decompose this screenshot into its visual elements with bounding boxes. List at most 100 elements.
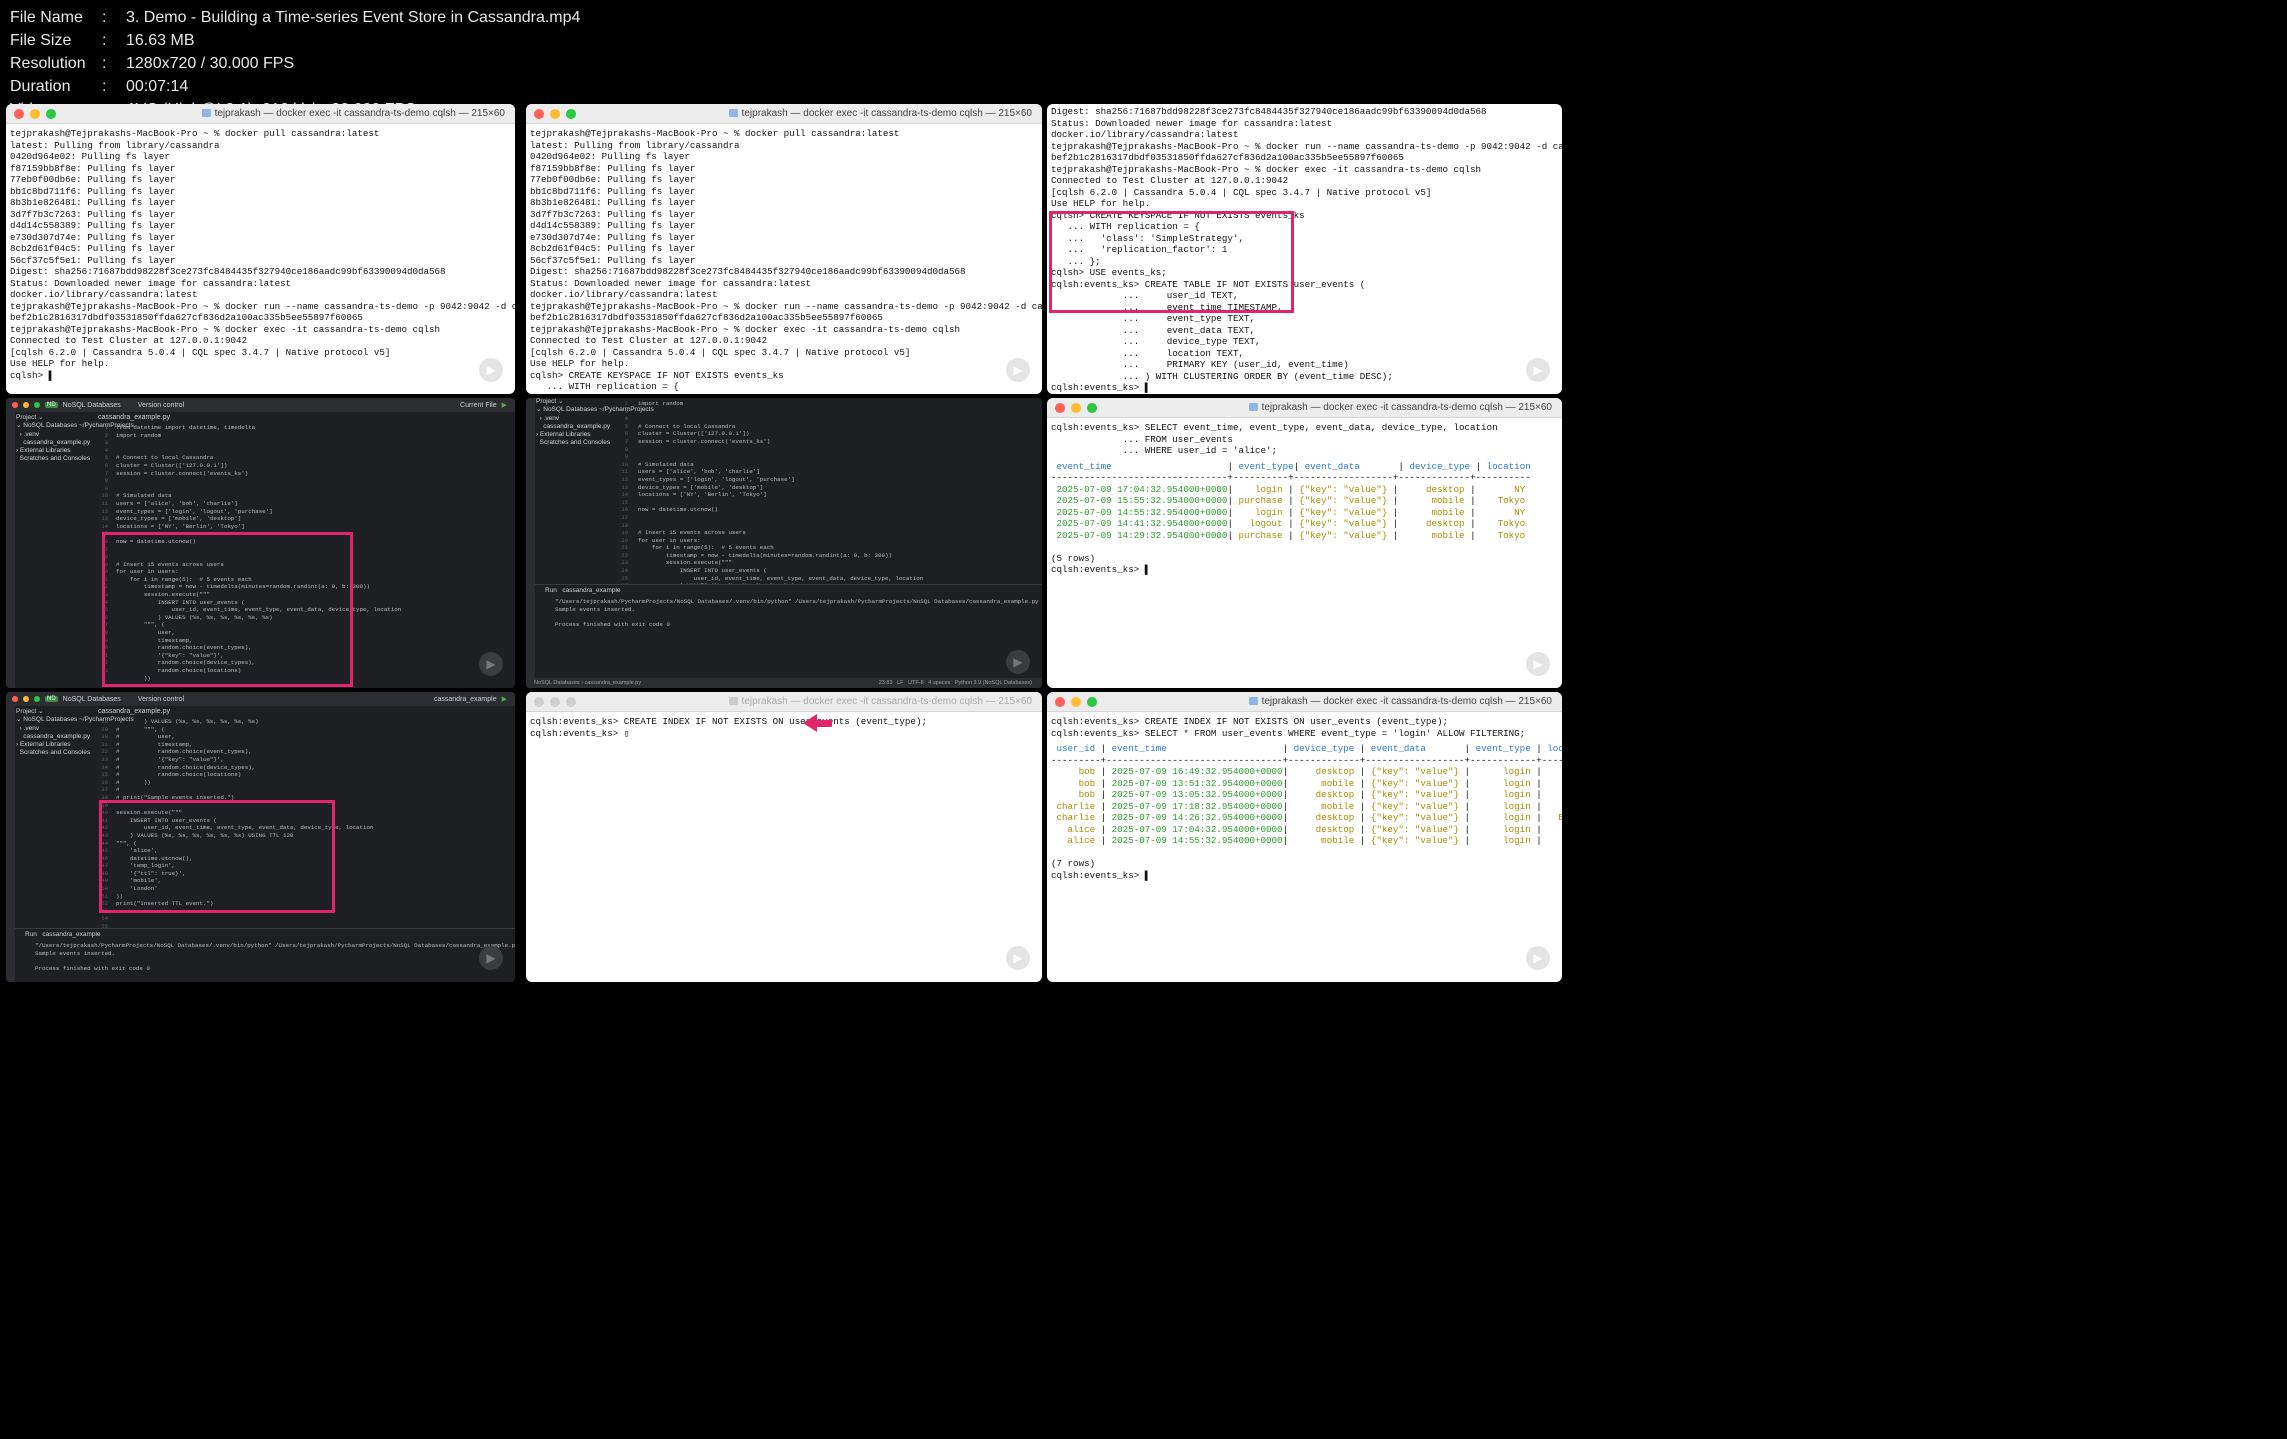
table-cell: purchase	[1232, 529, 1289, 541]
run-icon[interactable]: ▶	[502, 695, 507, 703]
terminal-output[interactable]: cqlsh:events_ks> CREATE INDEX IF NOT EXI…	[1047, 712, 1562, 739]
project-tree[interactable]: Project ⌄ ⌄ NoSQL Databases ~/PycharmProj…	[536, 398, 654, 448]
project-tree-item[interactable]: Project ⌄	[16, 708, 96, 716]
prompt-line[interactable]: cqlsh:events_ks> ▌	[1051, 870, 1558, 882]
table-row[interactable]: 2025-07-09 14:55:32.954000+0000| login |…	[1051, 507, 1558, 519]
terminal-title: tejprakash — docker exec -it cassandra-t…	[1261, 696, 1552, 707]
run-output[interactable]: "/Users/tejprakash/PycharmProjects/NoSQL…	[15, 940, 515, 974]
project-tree-item[interactable]: › External Libraries	[16, 447, 96, 455]
table-cell: 2025-07-09 14:26:32.954000+0000	[1106, 812, 1283, 823]
table-cell: alice	[1051, 823, 1101, 835]
vcs-menu[interactable]: Version control	[138, 402, 184, 409]
editor-tab[interactable]: cassandra_example.py	[98, 708, 170, 715]
meta-row: Resolution: 1280x720 / 30.000 FPS	[10, 52, 580, 75]
table-cell: 2025-07-09 17:04:32.954000+0000	[1106, 823, 1283, 835]
terminal-output[interactable]: tejprakash@Tejprakashs-MacBook-Pro ~ % d…	[6, 124, 515, 381]
table-row[interactable]: charlie | 2025-07-09 14:26:32.954000+000…	[1051, 812, 1563, 824]
table-cell: {"key": "value"}	[1365, 777, 1465, 789]
run-config-select[interactable]: cassandra_example	[434, 696, 497, 703]
table-cell: NY	[1542, 766, 1562, 777]
table-cell: purchase	[1232, 495, 1289, 506]
project-switcher[interactable]: NoSQL Databases	[63, 402, 121, 409]
project-tree-item[interactable]: ⌄ NoSQL Databases ~/PycharmProjects	[16, 716, 134, 724]
project-tree-item[interactable]: cassandra_example.py	[16, 439, 96, 447]
run-tab[interactable]: Run	[545, 587, 557, 594]
terminal-output[interactable]: tejprakash@Tejprakashs-MacBook-Pro ~ % d…	[526, 124, 1042, 394]
project-tree-item[interactable]: › .venv	[16, 725, 96, 733]
status-path[interactable]: NoSQL Databases › cassandra_example.py	[534, 680, 641, 686]
prompt-line[interactable]: cqlsh:events_ks> ▌	[1051, 564, 1558, 576]
project-tree-item[interactable]: Scratches and Consoles	[536, 439, 616, 447]
project-tree-item[interactable]: cassandra_example.py	[536, 423, 616, 431]
project-tree-item[interactable]: › .venv	[16, 431, 96, 439]
table-cell: {"key": "value"}	[1293, 506, 1393, 518]
terminal-titlebar: tejprakash — docker exec -it cassandra-t…	[526, 692, 1042, 712]
project-tree-item[interactable]: Scratches and Consoles	[16, 749, 96, 757]
project-switcher[interactable]: NoSQL Databases	[63, 696, 121, 703]
project-tree[interactable]: Project ⌄ ⌄ NoSQL Databases ~/PycharmProj…	[16, 708, 134, 758]
zoom-icon[interactable]	[34, 402, 40, 408]
close-icon[interactable]	[12, 402, 18, 408]
table-row[interactable]: bob | 2025-07-09 13:51:32.954000+0000| m…	[1051, 778, 1558, 790]
table-row[interactable]: alice | 2025-07-09 17:04:32.954000+0000|…	[1051, 824, 1558, 836]
run-output[interactable]: "/Users/tejprakash/PycharmProjects/NoSQL…	[535, 596, 1042, 630]
play-icon: ▶	[1526, 358, 1550, 382]
table-cell: alice	[1051, 835, 1101, 846]
table-cell: Berlin	[1558, 812, 1562, 823]
table-cell: 2025-07-09 13:51:32.954000+0000	[1106, 777, 1283, 789]
table-row[interactable]: 2025-07-09 17:04:32.954000+0000| login |…	[1051, 484, 1558, 496]
table-cell: NY	[1475, 483, 1531, 495]
table-cell: desktop	[1288, 789, 1360, 800]
table-cell: 2025-07-09 14:55:32.954000+0000	[1106, 835, 1283, 846]
project-tree[interactable]: Project ⌄ ⌄ NoSQL Databases ~/PycharmProj…	[16, 414, 134, 464]
table-cell: 2025-07-09 15:55:32.954000+0000	[1051, 495, 1228, 506]
frame-4-ide: ND NoSQL Databases Version control Curre…	[6, 398, 515, 688]
table-cell: desktop	[1288, 823, 1360, 835]
table-row[interactable]: bob | 2025-07-09 16:49:32.954000+0000| d…	[1051, 766, 1558, 778]
vcs-menu[interactable]: Version control	[138, 696, 184, 703]
run-config-tab[interactable]: cassandra_example	[562, 587, 620, 594]
project-tree-item[interactable]: › .venv	[536, 415, 616, 423]
project-tree-item[interactable]: Project ⌄	[16, 414, 96, 422]
terminal-output[interactable]: cqlsh:events_ks> CREATE INDEX IF NOT EXI…	[526, 712, 1042, 739]
table-row[interactable]: bob | 2025-07-09 13:05:32.954000+0000| d…	[1051, 789, 1558, 801]
table-cell: NY	[1542, 835, 1562, 846]
minimize-icon[interactable]	[23, 402, 29, 408]
project-tree-item[interactable]: › External Libraries	[16, 741, 96, 749]
play-icon: ▶	[1006, 650, 1030, 674]
table-cell: login	[1470, 800, 1537, 812]
query-result-table[interactable]: user_id | event_time | device_type | eve…	[1047, 739, 1562, 881]
run-config-tab[interactable]: cassandra_example	[42, 931, 100, 938]
project-tree-item[interactable]: Project ⌄	[536, 398, 616, 406]
editor-tab[interactable]: cassandra_example.py	[98, 414, 170, 421]
terminal-output[interactable]: cqlsh:events_ks> SELECT event_time, even…	[1047, 418, 1562, 457]
terminal-titlebar: tejprakash — docker exec -it cassandra-t…	[6, 104, 515, 124]
query-result-table[interactable]: event_time | event_type| event_data | de…	[1047, 457, 1562, 576]
table-row[interactable]: 2025-07-09 14:29:32.954000+0000| purchas…	[1051, 530, 1558, 542]
project-tree-item[interactable]: ⌄ NoSQL Databases ~/PycharmProjects	[16, 422, 134, 430]
table-row[interactable]: alice | 2025-07-09 14:55:32.954000+0000|…	[1051, 835, 1558, 847]
run-icon[interactable]: ▶	[502, 401, 507, 409]
project-tree-item[interactable]: ⌄ NoSQL Databases ~/PycharmProjects	[536, 406, 654, 414]
table-row[interactable]: 2025-07-09 15:55:32.954000+0000| purchas…	[1051, 495, 1558, 507]
cqlsh-prompt: cqlsh:events_ks> ▌	[1051, 564, 1151, 575]
project-tree-item[interactable]: Scratches and Consoles	[16, 455, 96, 463]
highlight-box	[99, 800, 335, 913]
table-row[interactable]: 2025-07-09 14:41:32.954000+0000| logout …	[1051, 518, 1558, 530]
zoom-icon[interactable]	[34, 696, 40, 702]
project-tree-item[interactable]: › External Libraries	[536, 431, 616, 439]
row-count-line: (7 rows)	[1051, 858, 1558, 870]
ide-toolbar: ND NoSQL Databases Version control cassa…	[6, 692, 515, 706]
table-row[interactable]: charlie | 2025-07-09 17:18:32.954000+000…	[1051, 801, 1558, 813]
run-tab[interactable]: Run	[25, 931, 37, 938]
table-cell: login	[1470, 777, 1537, 789]
column-header: event_time	[1051, 460, 1228, 472]
close-icon[interactable]	[12, 696, 18, 702]
table-cell: NY	[1475, 506, 1531, 518]
code-editor[interactable]: import random # Connect to local Cassand…	[638, 400, 923, 605]
minimize-icon[interactable]	[23, 696, 29, 702]
frame-8-terminal: tejprakash — docker exec -it cassandra-t…	[526, 692, 1042, 982]
project-tree-item[interactable]: cassandra_example.py	[16, 733, 96, 741]
run-config-select[interactable]: Current File	[460, 402, 497, 409]
